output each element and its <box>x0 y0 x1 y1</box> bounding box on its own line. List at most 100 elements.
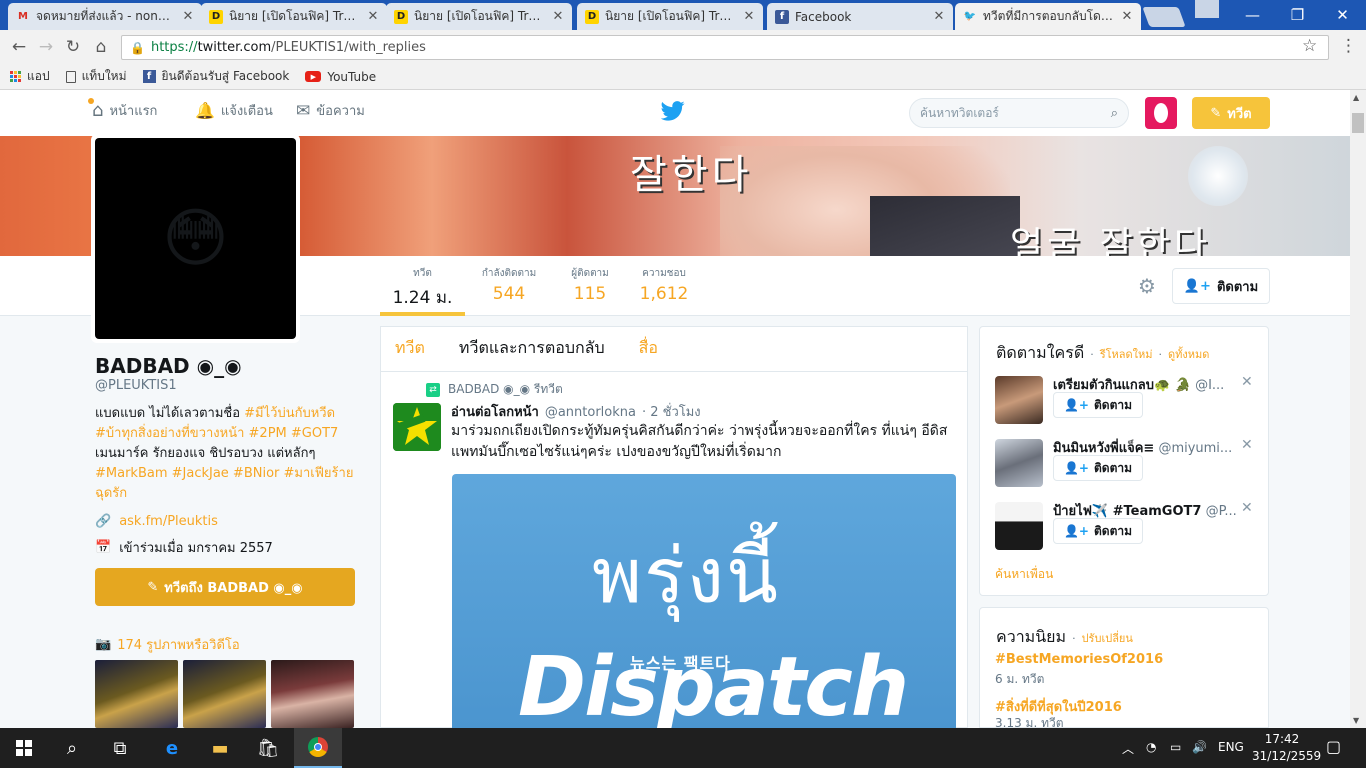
profile-name[interactable]: BADBAD ◉_◉ <box>95 354 242 378</box>
tray-chevron-icon[interactable]: ︿ <box>1122 740 1134 757</box>
back-arrow-icon[interactable]: ← <box>8 36 30 58</box>
close-window-icon[interactable]: ✕ <box>1320 0 1365 30</box>
stat-tweets[interactable]: ทวีต 1.24 ม. <box>380 266 465 311</box>
profile-link[interactable]: 🔗 ask.fm/Pleuktis <box>95 514 218 529</box>
volume-icon[interactable]: 🔊 <box>1192 740 1207 754</box>
scroll-up-icon[interactable]: ▲ <box>1353 93 1359 102</box>
trend-name[interactable]: #BestMemoriesOf2016 <box>995 652 1163 667</box>
bookmark-youtube[interactable]: ▶ YouTube <box>305 70 376 84</box>
store-icon[interactable]: 🛍 <box>244 728 292 768</box>
minimize-icon[interactable]: — <box>1230 0 1275 30</box>
close-icon[interactable]: ✕ <box>182 9 194 24</box>
bio-hashtag[interactable]: #มีไว้บ่นกับหวีด <box>244 406 335 421</box>
edge-icon[interactable]: e <box>148 728 196 768</box>
gear-icon[interactable]: ⚙ <box>1138 274 1156 298</box>
follow-button[interactable]: 👤+ ติดตาม <box>1172 268 1270 304</box>
tweet-time[interactable]: · 2 ชั่วโมง <box>642 401 701 422</box>
tweet-author-handle[interactable]: @anntorlokna <box>545 405 636 420</box>
browser-tab-facebook[interactable]: f Facebook ✕ <box>767 3 953 30</box>
windows-start-icon[interactable] <box>0 728 48 768</box>
bio-hashtag[interactable]: ฉุดรัก <box>95 486 127 501</box>
suggested-user-avatar[interactable] <box>995 376 1043 424</box>
reload-icon[interactable]: ↻ <box>62 36 84 58</box>
tweet-author-name[interactable]: อ่านต่อโลกหน้า <box>451 401 539 422</box>
follow-suggested-button[interactable]: 👤+ ติดตาม <box>1053 455 1143 481</box>
tweet-to-button[interactable]: ✎ ทวีตถึง BADBAD ◉_◉ <box>95 568 355 606</box>
profile-avatar[interactable]: 😳 <box>91 134 300 343</box>
close-icon[interactable]: ✕ <box>552 9 564 24</box>
who-to-follow-title: ติดตามใครดี <box>996 343 1085 362</box>
chrome-icon[interactable] <box>294 728 342 768</box>
browser-menu-icon[interactable]: ⋮ <box>1340 36 1357 56</box>
twitter-search-input[interactable]: ค้นหาทวิตเตอร์ ⌕ <box>909 98 1129 128</box>
media-thumbnail[interactable] <box>271 660 354 728</box>
scrollbar[interactable] <box>1350 90 1366 728</box>
find-friends-link[interactable]: ค้นหาเพื่อน <box>995 565 1053 584</box>
dismiss-close-icon[interactable]: ✕ <box>1241 374 1253 390</box>
file-explorer-icon[interactable]: ▬ <box>196 728 244 768</box>
maximize-icon[interactable]: ❐ <box>1275 0 1320 30</box>
profile-user-icon[interactable] <box>1195 0 1219 18</box>
compose-tweet-button[interactable]: ✎ ทวีต <box>1192 97 1270 129</box>
follow-suggested-button[interactable]: 👤+ ติดตาม <box>1053 518 1143 544</box>
trends-change-link[interactable]: ปรับเปลี่ยน <box>1082 629 1133 647</box>
browser-tab-dekd-1[interactable]: D นิยาย [เปิดโอนฟิค] Traction ✕ <box>201 3 387 30</box>
close-icon[interactable]: ✕ <box>743 9 755 24</box>
view-all-link[interactable]: ดูทั้งหมด <box>1168 345 1209 363</box>
bookmark-apps[interactable]: แอป <box>10 67 50 86</box>
input-language[interactable]: ENG <box>1218 740 1244 754</box>
dismiss-close-icon[interactable]: ✕ <box>1241 500 1253 516</box>
stat-likes[interactable]: ความชอบ 1,612 <box>634 266 694 304</box>
taskbar-clock[interactable]: 17:42 31/12/2559 <box>1252 731 1321 765</box>
photos-videos-link[interactable]: 📷 174 รูปภาพหรือวิดีโอ <box>95 634 240 655</box>
stat-label: ผู้ติดตาม <box>571 268 609 279</box>
browser-tab-dekd-3[interactable]: D นิยาย [เปิดโอนฟิค] Traction ✕ <box>577 3 763 30</box>
retweet-by[interactable]: BADBAD ◉_◉ รีทวีต <box>448 380 563 399</box>
account-avatar-button[interactable] <box>1145 97 1177 129</box>
tweet-author-avatar[interactable] <box>393 403 441 451</box>
browser-tab-dekd-2[interactable]: D นิยาย [เปิดโอนฟิค] Traction ✕ <box>386 3 572 30</box>
profile-handle[interactable]: @PLEUKTIS1 <box>95 378 177 393</box>
close-icon[interactable]: ✕ <box>1121 9 1133 24</box>
bio-hashtag[interactable]: #บ้าทุกสิ่งอย่างที่ขวางหน้า #2PM #GOT7 <box>95 426 338 441</box>
nav-home[interactable]: ⌂ หน้าแรก <box>88 98 157 121</box>
bio-hashtag[interactable]: #MarkBam #JackJae #BNior #มาเฟียร้าย <box>95 466 353 481</box>
home-icon[interactable]: ⌂ <box>90 36 112 58</box>
tab-tweets-and-replies[interactable]: ทวีตและการตอบกลับ <box>459 336 605 361</box>
suggested-user-avatar[interactable] <box>995 439 1043 487</box>
close-icon[interactable]: ✕ <box>367 9 379 24</box>
browser-tab-twitter[interactable]: 🐦 ทวีตที่มีการตอบกลับโดย BA ✕ <box>955 3 1141 30</box>
twitter-bird-icon[interactable] <box>660 100 685 126</box>
media-thumbnail[interactable] <box>95 660 178 728</box>
dismiss-close-icon[interactable]: ✕ <box>1241 437 1253 453</box>
tab-tweets[interactable]: ทวีต <box>395 336 425 361</box>
nav-messages[interactable]: ✉ ข้อความ <box>296 100 365 121</box>
forward-arrow-icon[interactable]: → <box>35 36 57 58</box>
bio-line: แบดแบด ไม่ได้เลวตามชื่อ #มีไว้บ่นกับหวีด <box>95 404 357 424</box>
wifi-icon[interactable]: ◔ <box>1146 740 1156 754</box>
search-icon[interactable]: ⌕ <box>1111 106 1118 121</box>
new-tab-button[interactable] <box>1142 7 1186 27</box>
suggested-user-avatar[interactable] <box>995 502 1043 550</box>
address-bar[interactable]: 🔒 https:// twitter.com /PLEUKTIS1/with_r… <box>121 35 1329 60</box>
tweet-media-image[interactable]: พรุ่งนี้ Dispatch 뉴스는 팩트다 © <box>452 474 956 728</box>
bookmark-facebook[interactable]: f ยินดีต้อนรับสู่ Facebook <box>142 67 289 86</box>
stat-following[interactable]: กำลังติดตาม 544 <box>474 266 544 304</box>
scrollbar-thumb[interactable] <box>1352 113 1364 133</box>
close-icon[interactable]: ✕ <box>933 9 945 24</box>
tab-media[interactable]: สื่อ <box>639 336 658 361</box>
nav-notifications[interactable]: 🔔 แจ้งเตือน <box>195 100 273 121</box>
stat-followers[interactable]: ผู้ติดตาม 115 <box>560 266 620 304</box>
notification-center-icon[interactable]: ▢ <box>1326 737 1341 756</box>
bookmark-star-icon[interactable]: ☆ <box>1302 36 1317 56</box>
task-view-icon[interactable]: ⧉ <box>96 728 144 768</box>
media-thumbnail[interactable] <box>183 660 266 728</box>
search-icon[interactable]: ⌕ <box>48 728 96 768</box>
browser-tab-gmail[interactable]: M จดหมายที่ส่งแล้ว - nong.m ✕ <box>8 3 202 30</box>
refresh-link[interactable]: รีโหลดใหม่ <box>1100 345 1153 363</box>
url-path: /PLEUKTIS1/with_replies <box>271 40 426 55</box>
bookmark-newtab[interactable]: แท็บใหม่ <box>65 67 127 86</box>
battery-icon[interactable]: ▭ <box>1170 740 1181 754</box>
scroll-down-icon[interactable]: ▼ <box>1353 716 1359 725</box>
follow-suggested-button[interactable]: 👤+ ติดตาม <box>1053 392 1143 418</box>
